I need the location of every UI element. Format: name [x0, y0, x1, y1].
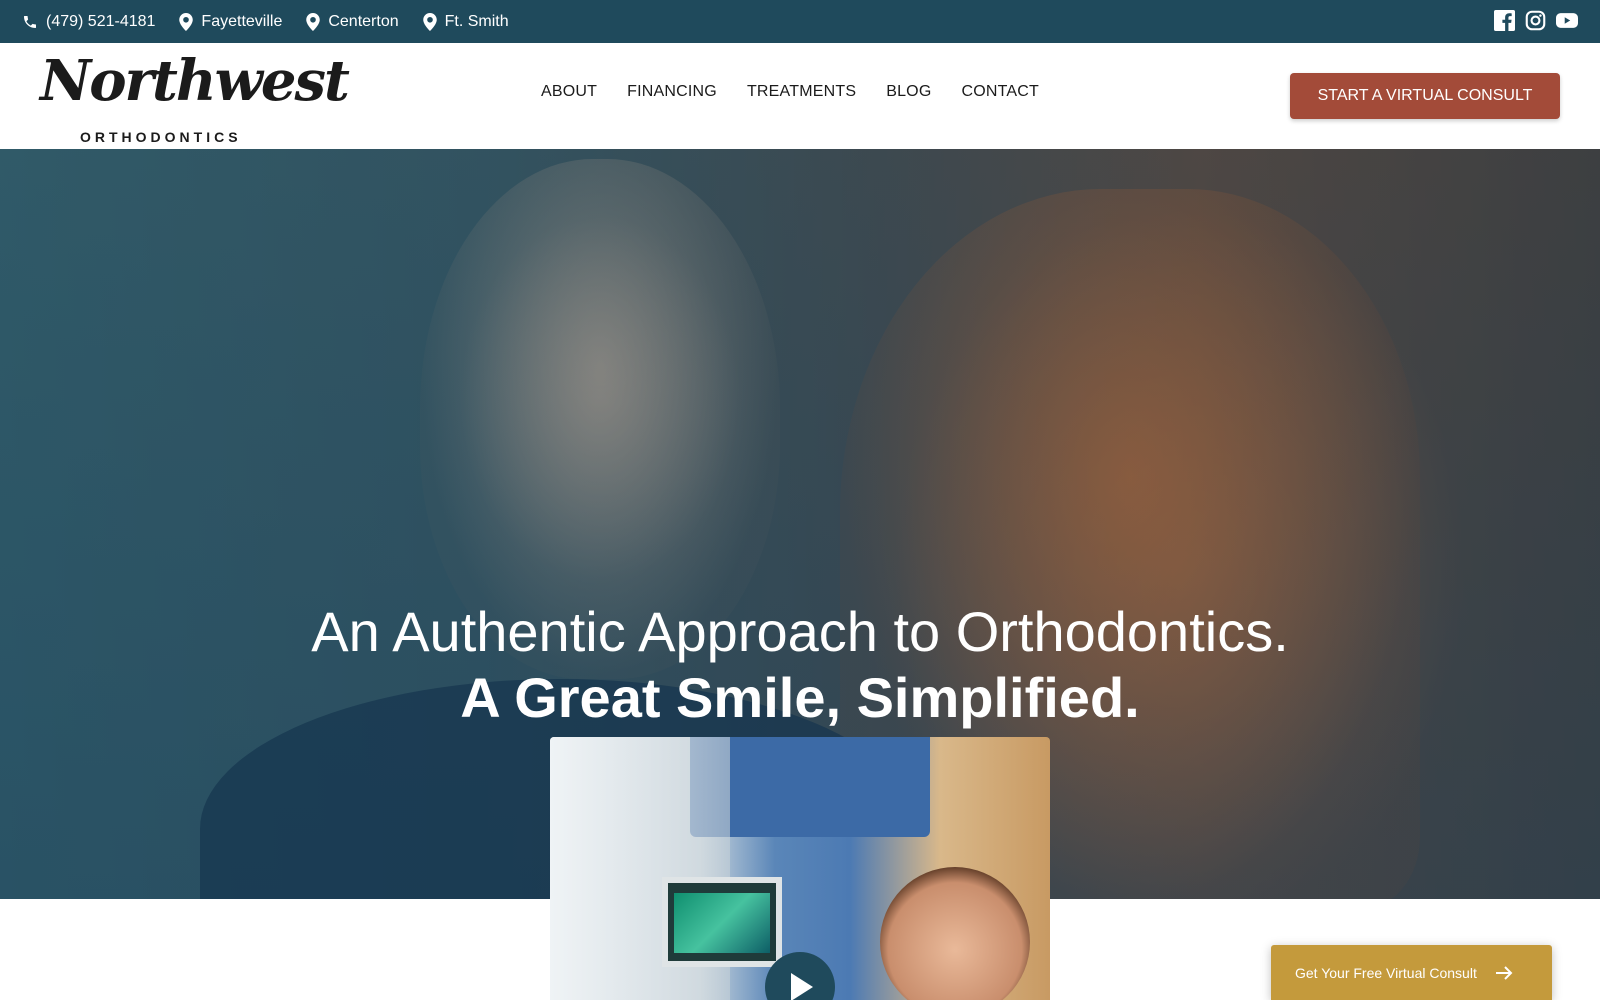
intro-video-thumbnail[interactable] — [550, 737, 1050, 1000]
location-link-centerton[interactable]: Centerton — [306, 12, 399, 31]
logo-wordmark: Northwest — [40, 48, 350, 114]
main-nav: ABOUT FINANCING TREATMENTS BLOG CONTACT — [541, 83, 1039, 101]
video-scene-monitor — [662, 877, 782, 967]
free-virtual-consult-label: Get Your Free Virtual Consult — [1295, 964, 1477, 981]
phone-link[interactable]: (479) 521-4181 — [22, 13, 155, 31]
social-links — [1494, 10, 1578, 36]
map-pin-icon — [306, 12, 321, 31]
main-header: Northwest ORTHODONTICS ABOUT FINANCING T… — [0, 43, 1600, 149]
location-label: Centerton — [328, 12, 399, 30]
phone-icon — [24, 15, 36, 28]
top-bar: (479) 521-4181 Fayetteville Centerton Ft… — [0, 0, 1600, 43]
map-pin-icon — [422, 12, 437, 31]
arrow-right-icon — [1495, 965, 1513, 980]
nav-blog[interactable]: BLOG — [886, 83, 931, 101]
nav-about[interactable]: ABOUT — [541, 83, 597, 101]
nav-contact[interactable]: CONTACT — [961, 83, 1039, 101]
video-scene-patient — [880, 867, 1030, 1000]
hero-subtitle: A Great Smile, Simplified. — [460, 666, 1140, 729]
phone-number: (479) 521-4181 — [46, 12, 156, 30]
hero-headline: An Authentic Approach to Orthodontics. A… — [0, 599, 1600, 731]
nav-financing[interactable]: FINANCING — [627, 83, 717, 101]
instagram-icon[interactable] — [1525, 10, 1546, 36]
play-icon — [791, 973, 813, 1000]
location-label: Ft. Smith — [444, 12, 509, 30]
location-label: Fayetteville — [201, 12, 283, 30]
start-virtual-consult-button[interactable]: START A VIRTUAL CONSULT — [1290, 73, 1560, 119]
hero-title: An Authentic Approach to Orthodontics. — [311, 600, 1289, 663]
free-virtual-consult-button[interactable]: Get Your Free Virtual Consult — [1271, 945, 1552, 1000]
site-logo[interactable]: Northwest ORTHODONTICS — [40, 53, 350, 145]
location-link-fayetteville[interactable]: Fayetteville — [179, 12, 283, 31]
location-link-ft-smith[interactable]: Ft. Smith — [422, 12, 509, 31]
logo-subtitle: ORTHODONTICS — [80, 129, 242, 145]
nav-treatments[interactable]: TREATMENTS — [747, 83, 856, 101]
youtube-icon[interactable] — [1556, 10, 1578, 36]
facebook-icon[interactable] — [1494, 10, 1515, 36]
map-pin-icon — [179, 12, 194, 31]
